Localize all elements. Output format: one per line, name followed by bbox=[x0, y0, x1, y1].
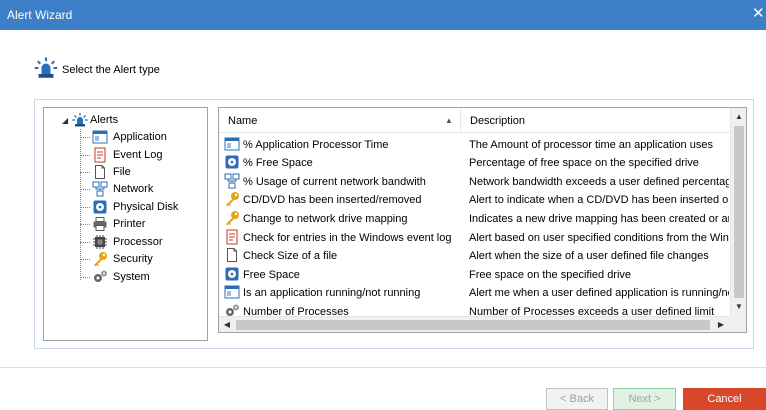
list-item[interactable]: Check Size of a file Alert when the size… bbox=[219, 246, 730, 265]
alert-name: % Free Space bbox=[243, 157, 313, 169]
next-button[interactable]: Next > bbox=[613, 388, 676, 410]
event-log-icon bbox=[92, 147, 108, 163]
application-window-icon bbox=[224, 136, 240, 152]
siren-icon bbox=[34, 56, 58, 80]
disk-icon bbox=[224, 154, 240, 170]
list-item[interactable]: % Usage of current network bandwith Netw… bbox=[219, 172, 730, 191]
gears-icon bbox=[92, 269, 108, 285]
alert-category-tree[interactable]: ◢ Alerts Application Event Log File Netw… bbox=[43, 107, 208, 341]
file-icon bbox=[224, 247, 240, 263]
scroll-up-icon[interactable]: ▲ bbox=[731, 108, 746, 125]
alert-description: Alert me when a user defined application… bbox=[469, 287, 729, 299]
alert-name: Check for entries in the Windows event l… bbox=[243, 232, 452, 244]
alert-name: CD/DVD has been inserted/removed bbox=[243, 194, 422, 206]
scroll-right-icon[interactable]: ▶ bbox=[713, 317, 729, 332]
alert-list[interactable]: Name ▲ Description % Application Process… bbox=[218, 107, 747, 333]
alert-description: Network bandwidth exceeds a user defined… bbox=[469, 176, 729, 188]
tree-item-label: Application bbox=[113, 131, 167, 143]
alert-description: Percentage of free space on the specifie… bbox=[469, 157, 699, 169]
event-log-icon bbox=[224, 229, 240, 245]
back-button[interactable]: < Back bbox=[546, 388, 608, 410]
alert-description: Alert to indicate when a CD/DVD has been… bbox=[469, 194, 729, 206]
file-icon bbox=[92, 164, 108, 180]
alert-description: Alert based on user specified conditions… bbox=[469, 232, 729, 244]
key-icon bbox=[224, 210, 240, 226]
application-window-icon bbox=[92, 129, 108, 145]
list-item[interactable]: Is an application running/not running Al… bbox=[219, 283, 730, 302]
sort-ascending-icon: ▲ bbox=[445, 116, 453, 125]
close-icon[interactable]: ✕ bbox=[752, 5, 766, 23]
alert-name: % Application Processor Time bbox=[243, 139, 389, 151]
alert-name: Free Space bbox=[243, 269, 300, 281]
list-item[interactable]: CD/DVD has been inserted/removed Alert t… bbox=[219, 190, 730, 209]
window-title: Alert Wizard bbox=[7, 8, 73, 22]
column-header-description[interactable]: Description bbox=[461, 108, 730, 133]
list-item[interactable]: Check for entries in the Windows event l… bbox=[219, 228, 730, 247]
alert-name: Is an application running/not running bbox=[243, 287, 421, 299]
cancel-button[interactable]: Cancel bbox=[683, 388, 766, 410]
tree-root-label: Alerts bbox=[90, 114, 119, 126]
siren-icon bbox=[72, 112, 88, 128]
list-item[interactable]: % Application Processor Time The Amount … bbox=[219, 135, 730, 154]
list-item[interactable]: Change to network drive mapping Indicate… bbox=[219, 209, 730, 228]
processor-icon bbox=[92, 234, 108, 250]
alert-description: Free space on the specified drive bbox=[469, 269, 632, 281]
horizontal-scroll-thumb[interactable] bbox=[236, 320, 710, 330]
vertical-scroll-thumb[interactable] bbox=[734, 126, 744, 298]
step-heading: Select the Alert type bbox=[62, 64, 160, 76]
alert-name: Check Size of a file bbox=[243, 250, 338, 262]
alert-description: Alert when the size of a user defined fi… bbox=[469, 250, 709, 262]
alert-name: Change to network drive mapping bbox=[243, 213, 408, 225]
column-header-name[interactable]: Name ▲ bbox=[219, 108, 461, 133]
key-icon bbox=[92, 251, 108, 267]
scrollbar-corner bbox=[730, 316, 746, 332]
alert-description: Indicates a new drive mapping has been c… bbox=[469, 213, 729, 225]
title-bar: Alert Wizard ✕ bbox=[0, 0, 766, 30]
tree-item-label: Event Log bbox=[113, 149, 163, 161]
network-icon bbox=[92, 181, 108, 197]
vertical-scrollbar[interactable]: ▲ ▼ bbox=[730, 108, 746, 316]
scroll-left-icon[interactable]: ◀ bbox=[219, 317, 235, 332]
tree-item-label: Network bbox=[113, 183, 154, 195]
disk-icon bbox=[224, 266, 240, 282]
tree-item-label: Printer bbox=[113, 218, 146, 230]
list-item[interactable]: Free Space Free space on the specified d… bbox=[219, 265, 730, 284]
disk-icon bbox=[92, 199, 108, 215]
tree-item-label: Physical Disk bbox=[113, 201, 179, 213]
printer-icon bbox=[92, 216, 108, 232]
network-icon bbox=[224, 173, 240, 189]
application-window-icon bbox=[224, 284, 240, 300]
tree-item-label: File bbox=[113, 166, 131, 178]
tree-item-label: Security bbox=[113, 253, 153, 265]
tree-item-label: Processor bbox=[113, 236, 163, 248]
collapse-arrow-icon[interactable]: ◢ bbox=[62, 116, 68, 125]
horizontal-scrollbar[interactable]: ◀ ▶ bbox=[219, 316, 730, 332]
scroll-down-icon[interactable]: ▼ bbox=[731, 298, 746, 315]
key-icon bbox=[224, 191, 240, 207]
alert-name: % Usage of current network bandwith bbox=[243, 176, 426, 188]
footer-divider bbox=[0, 367, 766, 368]
tree-connector-line bbox=[80, 129, 81, 280]
alert-description: The Amount of processor time an applicat… bbox=[469, 139, 713, 151]
tree-item-label: System bbox=[113, 271, 150, 283]
list-item[interactable]: % Free Space Percentage of free space on… bbox=[219, 153, 730, 172]
